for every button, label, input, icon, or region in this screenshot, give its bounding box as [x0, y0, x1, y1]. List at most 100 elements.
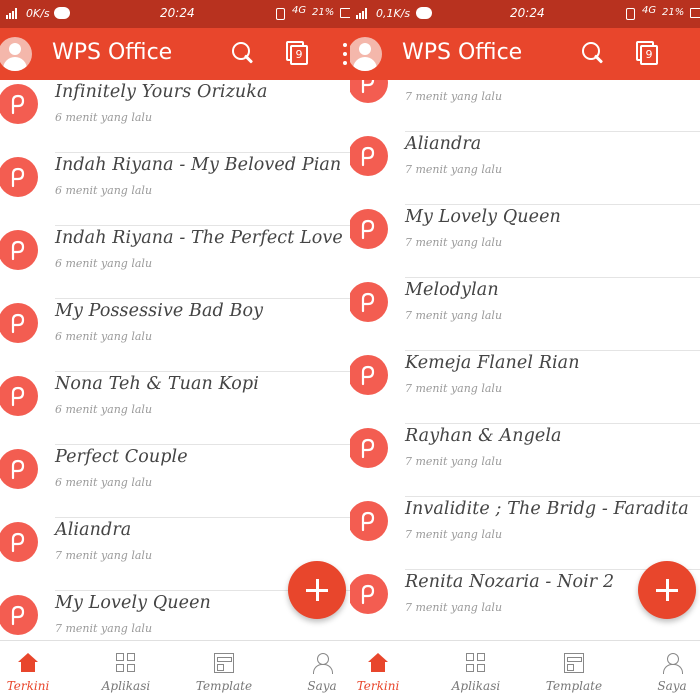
new-document-button[interactable]	[288, 561, 346, 619]
document-icon	[350, 501, 388, 541]
document-row[interactable]: Invalidite ; The Bridg - Faradita 7 menit…	[350, 497, 700, 570]
app-bar: WPS Office 9	[350, 28, 700, 80]
document-name: Perfect Couple	[55, 447, 188, 467]
document-row[interactable]: Indah Riyana - The Perfect Love 6 menit y…	[0, 226, 350, 299]
nav-apps[interactable]: Aplikasi	[436, 641, 516, 700]
nav-recent-label: Terkini	[356, 679, 400, 693]
tab-count: 9	[290, 45, 308, 65]
document-name: Renita Nozaria - Noir 2	[405, 572, 615, 592]
open-documents-icon[interactable]: 9	[286, 41, 308, 65]
app-bar: WPS Office 9	[0, 28, 350, 80]
document-name: Invalidite ; The Bridg - Faradita	[405, 499, 689, 519]
document-row[interactable]: Nona Teh & Tuan Kopi 6 menit yang lalu	[0, 372, 350, 445]
document-name: My Lovely Queen	[55, 593, 211, 613]
document-icon	[0, 376, 38, 416]
search-icon[interactable]	[582, 42, 604, 64]
document-modified-time: 7 menit yang lalu	[405, 90, 503, 103]
document-icon	[350, 136, 388, 176]
document-name: Kemeja Flanel Rian	[405, 353, 580, 373]
status-bar: 0,1K/s 20:24 4G 21%	[350, 0, 700, 28]
battery-icon	[690, 8, 700, 18]
template-icon	[564, 653, 584, 673]
document-icon	[350, 80, 388, 103]
document-modified-time: 7 menit yang lalu	[55, 549, 153, 562]
user-icon	[312, 653, 333, 674]
screen-right: 0,1K/s 20:24 4G 21% WPS Office 9 7 menit…	[350, 0, 700, 700]
document-icon	[0, 303, 38, 343]
more-menu-icon[interactable]	[343, 43, 347, 65]
document-name: Indah Riyana - My Beloved Pian	[55, 155, 342, 175]
document-row[interactable]: Aliandra 7 menit yang lalu	[350, 132, 700, 205]
document-row[interactable]: Rayhan & Angela 7 menit yang lalu	[350, 424, 700, 497]
apps-grid-icon	[116, 653, 136, 673]
document-icon	[350, 355, 388, 395]
document-modified-time: 6 menit yang lalu	[55, 257, 153, 270]
document-modified-time: 7 menit yang lalu	[405, 528, 503, 541]
document-modified-time: 7 menit yang lalu	[405, 455, 503, 468]
document-name: Nona Teh & Tuan Kopi	[55, 374, 259, 394]
network-type: 4G	[642, 5, 657, 16]
document-modified-time: 7 menit yang lalu	[405, 163, 503, 176]
document-icon	[350, 209, 388, 249]
document-name: Melodylan	[405, 280, 499, 300]
battery-percent: 21%	[662, 7, 685, 18]
document-row[interactable]: Perfect Couple 6 menit yang lalu	[0, 445, 350, 518]
document-row[interactable]: My Possessive Bad Boy 6 menit yang lalu	[0, 299, 350, 372]
document-name: Infinitely Yours Orizuka	[55, 82, 268, 102]
battery-icon	[340, 8, 350, 18]
document-modified-time: 6 menit yang lalu	[55, 111, 153, 124]
document-icon	[350, 282, 388, 322]
nav-template[interactable]: Template	[184, 641, 264, 700]
document-row[interactable]: 7 menit yang lalu	[350, 80, 700, 132]
status-bar: 0K/s 20:24 4G 21%	[0, 0, 350, 28]
screen-left: 0K/s 20:24 4G 21% WPS Office 9 Infinitel…	[0, 0, 350, 700]
nav-recent[interactable]: Terkini	[350, 641, 418, 700]
signal-icon	[356, 8, 370, 19]
document-icon	[0, 595, 38, 635]
document-icon	[350, 428, 388, 468]
document-row[interactable]: Kemeja Flanel Rian 7 menit yang lalu	[350, 351, 700, 424]
home-icon	[18, 653, 38, 673]
template-icon	[214, 653, 234, 673]
nav-apps[interactable]: Aplikasi	[86, 641, 166, 700]
nav-me[interactable]: Saya	[282, 641, 350, 700]
document-icon	[0, 522, 38, 562]
nav-template-label: Template	[195, 679, 253, 693]
app-title: WPS Office	[52, 40, 173, 65]
document-modified-time: 6 menit yang lalu	[55, 476, 153, 489]
recent-documents-list: Infinitely Yours Orizuka 6 menit yang lal…	[0, 80, 350, 640]
network-type: 4G	[292, 5, 307, 16]
document-modified-time: 7 menit yang lalu	[55, 622, 153, 635]
avatar[interactable]	[0, 37, 32, 71]
nav-recent[interactable]: Terkini	[0, 641, 68, 700]
nav-template[interactable]: Template	[534, 641, 614, 700]
document-name: Indah Riyana - The Perfect Love	[55, 228, 343, 248]
document-row[interactable]: Infinitely Yours Orizuka 6 menit yang lal…	[0, 80, 350, 153]
apps-grid-icon	[466, 653, 486, 673]
document-name: Aliandra	[405, 134, 482, 154]
document-name: Rayhan & Angela	[405, 426, 562, 446]
document-icon	[0, 84, 38, 124]
user-icon	[662, 653, 683, 674]
open-documents-icon[interactable]: 9	[636, 41, 658, 65]
document-icon	[0, 230, 38, 270]
battery-percent: 21%	[312, 7, 335, 18]
vibrate-icon	[276, 8, 285, 20]
document-icon	[350, 574, 388, 614]
document-row[interactable]: Melodylan 7 menit yang lalu	[350, 278, 700, 351]
clock: 20:24	[510, 6, 545, 20]
tab-count: 9	[640, 45, 658, 65]
document-row[interactable]: Indah Riyana - My Beloved Pian 6 menit ya…	[0, 153, 350, 226]
nav-recent-label: Terkini	[6, 679, 50, 693]
document-name: My Possessive Bad Boy	[55, 301, 264, 321]
network-speed: 0K/s	[26, 7, 50, 20]
nav-me-label: Saya	[307, 679, 337, 693]
nav-me[interactable]: Saya	[632, 641, 700, 700]
document-row[interactable]: My Lovely Queen 7 menit yang lalu	[350, 205, 700, 278]
document-icon	[0, 449, 38, 489]
search-icon[interactable]	[232, 42, 254, 64]
recent-documents-list: 7 menit yang lalu Aliandra 7 menit yang la…	[350, 80, 700, 640]
new-document-button[interactable]	[638, 561, 696, 619]
document-modified-time: 6 menit yang lalu	[55, 330, 153, 343]
avatar[interactable]	[350, 37, 382, 71]
